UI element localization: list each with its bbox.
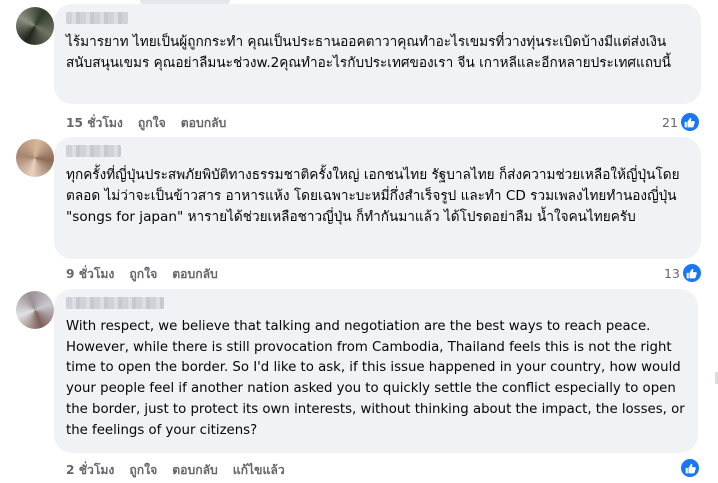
like-button[interactable]: ถูกใจ [129, 265, 157, 284]
like-thumb-icon [681, 459, 699, 477]
comment-actions: 2 ชั่วโมง ถูกใจ ตอบกลับ แก้ไขแล้ว [66, 461, 285, 480]
author-name-blurred[interactable] [66, 145, 121, 157]
avatar[interactable] [16, 291, 54, 329]
author-name-blurred[interactable] [66, 297, 164, 309]
author-name-blurred[interactable] [66, 12, 128, 24]
like-thumb-icon [680, 113, 699, 131]
reaction-count[interactable]: 21 [662, 113, 699, 131]
reaction-count[interactable]: 13 [664, 264, 701, 282]
comment-bubble: ทุกครั้งที่ญี่ปุ่นประสพภัยพิบัติทางธรรมช… [54, 137, 701, 259]
comment-thread: ไร้มารยาท ไทยเป็นผู้ถูกกระทำ คุณเป็นประธ… [0, 0, 718, 483]
reply-button[interactable]: ตอบกลับ [181, 114, 227, 133]
reaction-number: 21 [662, 114, 678, 130]
reaction-icon[interactable] [681, 459, 699, 477]
comment-actions: 9 ชั่วโมง ถูกใจ ตอบกลับ [66, 265, 218, 284]
comment-bubble: With respect, we believe that talking an… [54, 289, 698, 453]
avatar[interactable] [16, 7, 54, 45]
timestamp[interactable]: 9 ชั่วโมง [66, 265, 114, 284]
comment-text: ทุกครั้งที่ญี่ปุ่นประสพภัยพิบัติทางธรรมช… [66, 167, 680, 225]
like-thumb-icon [682, 264, 701, 282]
reaction-number: 13 [664, 265, 680, 281]
comment-text: With respect, we believe that talking an… [66, 319, 685, 438]
avatar[interactable] [16, 139, 54, 177]
comment-bubble: ไร้มารยาท ไทยเป็นผู้ถูกกระทำ คุณเป็นประธ… [54, 4, 701, 104]
reply-button[interactable]: ตอบกลับ [172, 265, 218, 284]
timestamp[interactable]: 2 ชั่วโมง [66, 461, 114, 480]
edited-indicator[interactable]: แก้ไขแล้ว [233, 461, 285, 480]
reply-button[interactable]: ตอบกลับ [172, 461, 218, 480]
timestamp[interactable]: 15 ชั่วโมง [66, 114, 123, 133]
like-button[interactable]: ถูกใจ [138, 114, 166, 133]
comment-actions: 15 ชั่วโมง ถูกใจ ตอบกลับ [66, 114, 226, 133]
like-button[interactable]: ถูกใจ [129, 461, 157, 480]
comment-text: ไร้มารยาท ไทยเป็นผู้ถูกกระทำ คุณเป็นประธ… [66, 34, 671, 71]
